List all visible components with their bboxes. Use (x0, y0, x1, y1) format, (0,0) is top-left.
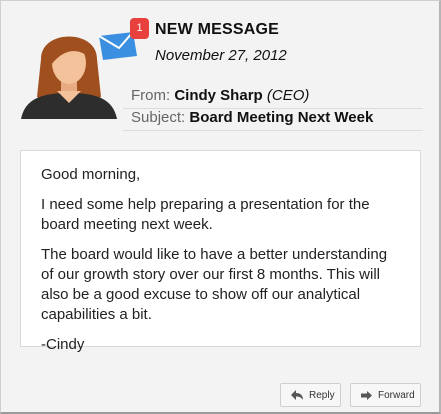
subject-row: Subject: Board Meeting Next Week (123, 109, 423, 131)
subject-label: Subject: (131, 109, 186, 126)
reply-label: Reply (309, 389, 335, 401)
body-paragraph: I need some help preparing a presentatio… (41, 196, 370, 233)
message-body: Good morning, I need some help preparing… (20, 150, 421, 353)
reply-button[interactable]: Reply (280, 383, 341, 407)
subject-text: Board Meeting Next Week (189, 109, 374, 126)
body-paragraph: The board would like to have a better un… (41, 246, 388, 323)
from-label: From: (131, 87, 171, 104)
from-role: (CEO) (266, 87, 310, 104)
message-card: 1 NEW MESSAGE November 27, 2012 From: Ci… (0, 0, 441, 414)
body-signature: -Cindy (41, 336, 85, 353)
forward-label: Forward (378, 389, 415, 401)
reply-arrow-icon (291, 390, 303, 400)
message-date: November 27, 2012 (155, 47, 287, 64)
body-paragraph: Good morning, (41, 166, 141, 183)
from-name: Cindy Sharp (174, 87, 263, 104)
from-row: From: Cindy Sharp (CEO) (123, 87, 423, 109)
notification-badge: 1 (130, 18, 149, 39)
forward-button[interactable]: Forward (350, 383, 421, 407)
forward-arrow-icon (361, 390, 372, 400)
message-title: NEW MESSAGE (155, 21, 279, 38)
